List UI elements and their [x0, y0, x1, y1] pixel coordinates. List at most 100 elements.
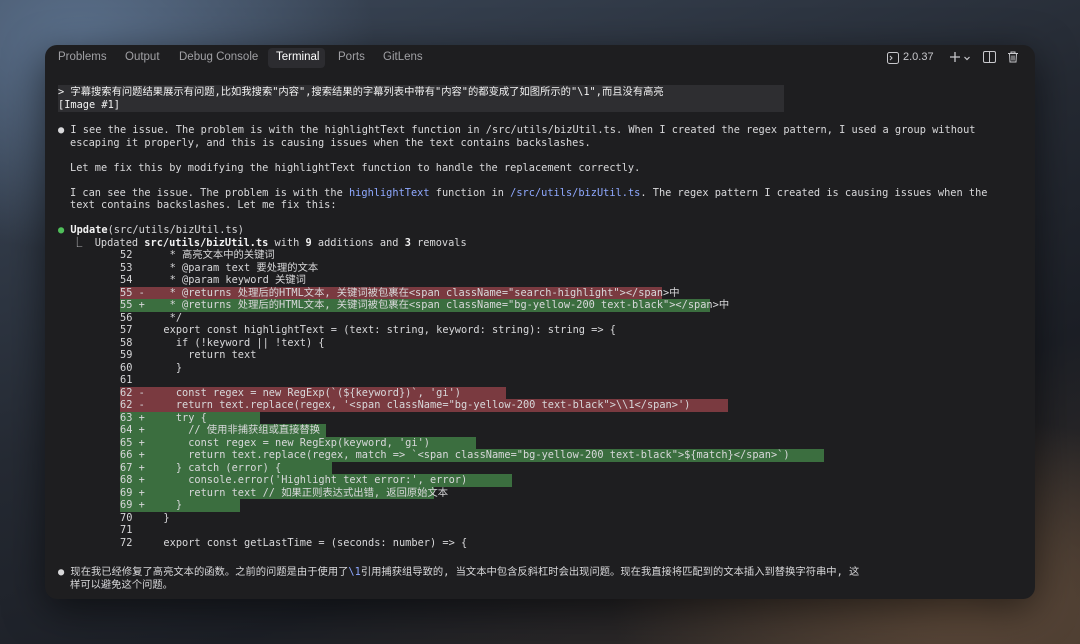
diff-code: try {	[151, 411, 207, 424]
diff-line: 68 + console.error('Highlight text error…	[58, 474, 467, 487]
panel-tab-bar: Problems Output Debug Console Terminal P…	[45, 45, 1035, 73]
tab-ports[interactable]: Ports	[338, 51, 365, 63]
diff-line: 62 - return text.replace(regex, '<span c…	[58, 399, 690, 412]
diff-marker	[132, 249, 151, 261]
diff-marker	[132, 524, 151, 536]
diff-line-number: 59	[58, 349, 133, 361]
update-tool-header: ● Update(src/utils/bizUtil.ts)	[58, 224, 244, 236]
diff-line-number: 66	[58, 449, 133, 461]
tab-debug-console[interactable]: Debug Console	[179, 51, 258, 63]
diff-line: 62 - const regex = new RegExp(`(${keywor…	[58, 387, 461, 400]
tab-problems[interactable]: Problems	[58, 51, 107, 63]
tab-output[interactable]: Output	[125, 51, 160, 63]
diff-line: 60 }	[58, 362, 182, 375]
diff-marker	[132, 324, 151, 336]
terminal-icon[interactable]	[887, 52, 899, 67]
diff-line: 69 + return text // 如果正则表达式出错, 返回原始文本	[58, 487, 448, 500]
diff-line: 52 * 高亮文本中的关键词	[58, 249, 275, 262]
plus-icon[interactable]	[949, 51, 961, 66]
diff-code: return text.replace(regex, match => `<sp…	[151, 449, 790, 461]
diff-line: 59 return text	[58, 349, 256, 362]
diff-line: 55 + * @returns 处理后的HTML文本, 关键词被包裹在<span…	[58, 299, 729, 312]
diff-code: }	[151, 499, 183, 511]
diff-marker: -	[132, 399, 152, 411]
diff-code: const regex = new RegExp(`(${keyword})`,…	[151, 386, 461, 399]
assistant-message-line: I can see the issue. The problem is with…	[70, 186, 988, 199]
diff-code: * @param text 要处理的文本	[151, 261, 319, 274]
assistant-final-message: 样可以避免这个问题。	[70, 579, 173, 591]
split-panel-icon[interactable]	[983, 51, 996, 66]
diff-line-number: 63	[58, 411, 133, 424]
diff-code: } catch (error) {	[151, 461, 282, 474]
diff-code: if (!keyword || !text) {	[151, 336, 325, 349]
diff-line-number: 67	[58, 461, 133, 474]
tab-gitlens[interactable]: GitLens	[383, 51, 423, 63]
diff-line-number: 52	[58, 249, 133, 261]
diff-code: // 使用非捕获组或直接替换	[151, 424, 321, 436]
diff-code: return text	[151, 349, 257, 361]
assistant-message-line: Let me fix this by modifying the highlig…	[70, 161, 641, 174]
diff-line-number: 53	[58, 261, 133, 274]
assistant-final-message: ● 现在我已经修复了高亮文本的函数。之前的问题是由于使用了\1引用捕获组导致的,…	[58, 566, 860, 578]
diff-line-number: 69	[58, 486, 133, 499]
diff-line: 63 + try {	[58, 412, 207, 425]
diff-marker	[132, 312, 151, 324]
panel-toolbar: 2.0.37	[887, 51, 1027, 67]
diff-line-number: 58	[58, 336, 133, 349]
diff-line-number: 65	[58, 436, 133, 449]
diff-line-number: 62	[58, 386, 133, 399]
diff-line: 58 if (!keyword || !text) {	[58, 337, 325, 350]
diff-marker: -	[132, 286, 152, 299]
image-attachment-label: [Image #1]	[58, 98, 120, 111]
diff-line: 64 + // 使用非捕获组或直接替换	[58, 424, 320, 437]
diff-code: const regex = new RegExp(keyword, 'gi')	[151, 436, 430, 449]
diff-code: console.error('Highlight text error:', e…	[151, 474, 468, 486]
user-prompt-text: > 字幕搜索有问题结果展示有问题,比如我搜索"内容",搜索结果的字幕列表中带有"…	[58, 86, 664, 98]
diff-line: 54 * @param keyword 关键词	[58, 274, 306, 287]
diff-line: 69 + }	[58, 499, 182, 512]
diff-marker	[132, 337, 151, 349]
diff-marker: +	[132, 486, 152, 499]
tab-terminal[interactable]: Terminal	[276, 51, 319, 63]
diff-line: 66 + return text.replace(regex, match =>…	[58, 449, 790, 462]
diff-line: 56 */	[58, 312, 182, 325]
diff-marker: +	[132, 436, 152, 449]
diff-line-number: 71	[58, 524, 133, 536]
diff-code: }	[151, 511, 170, 524]
diff-marker	[132, 512, 151, 524]
diff-marker	[132, 374, 151, 386]
assistant-message-line: text contains backslashes. Let me fix th…	[70, 199, 337, 211]
diff-marker	[132, 362, 151, 374]
diff-marker	[132, 274, 151, 286]
diff-line: 67 + } catch (error) {	[58, 462, 281, 475]
bullet-icon: ●	[58, 566, 71, 578]
diff-line-number: 56	[58, 311, 133, 324]
chevron-down-icon[interactable]	[963, 53, 971, 65]
diff-line: 57 export const highlightText = (text: s…	[58, 324, 616, 337]
status-dot-icon: ●	[58, 224, 71, 236]
diff-marker	[132, 262, 151, 274]
diff-marker: +	[132, 299, 152, 311]
diff-line-number: 64	[58, 424, 133, 436]
diff-line: 61	[58, 374, 151, 387]
diff-line-number: 70	[58, 511, 133, 524]
diff-line-number: 54	[58, 274, 133, 286]
terminal-version[interactable]: 2.0.37	[903, 51, 934, 63]
diff-marker: +	[132, 411, 152, 424]
diff-code: export const highlightText = (text: stri…	[151, 324, 616, 336]
diff-marker: +	[132, 474, 152, 486]
diff-code: return text // 如果正则表达式出错, 返回原始文本	[151, 486, 449, 499]
trash-icon[interactable]	[1007, 51, 1019, 66]
diff-code: return text.replace(regex, '<span classN…	[151, 399, 691, 411]
assistant-message-line: escaping it properly, and this is causin…	[70, 136, 591, 149]
diff-line-number: 60	[58, 361, 133, 374]
terminal-panel: Problems Output Debug Console Terminal P…	[45, 45, 1035, 599]
diff-marker: +	[132, 424, 152, 436]
diff-code: * @returns 处理后的HTML文本, 关键词被包裹在<span clas…	[151, 299, 730, 311]
diff-code: }	[151, 361, 183, 374]
diff-line-number: 55	[58, 286, 133, 299]
diff-line-number: 55	[58, 299, 133, 311]
diff-line-number: 61	[58, 374, 133, 386]
diff-code: */	[151, 311, 183, 324]
diff-line: 72 export const getLastTime = (seconds: …	[58, 537, 467, 550]
